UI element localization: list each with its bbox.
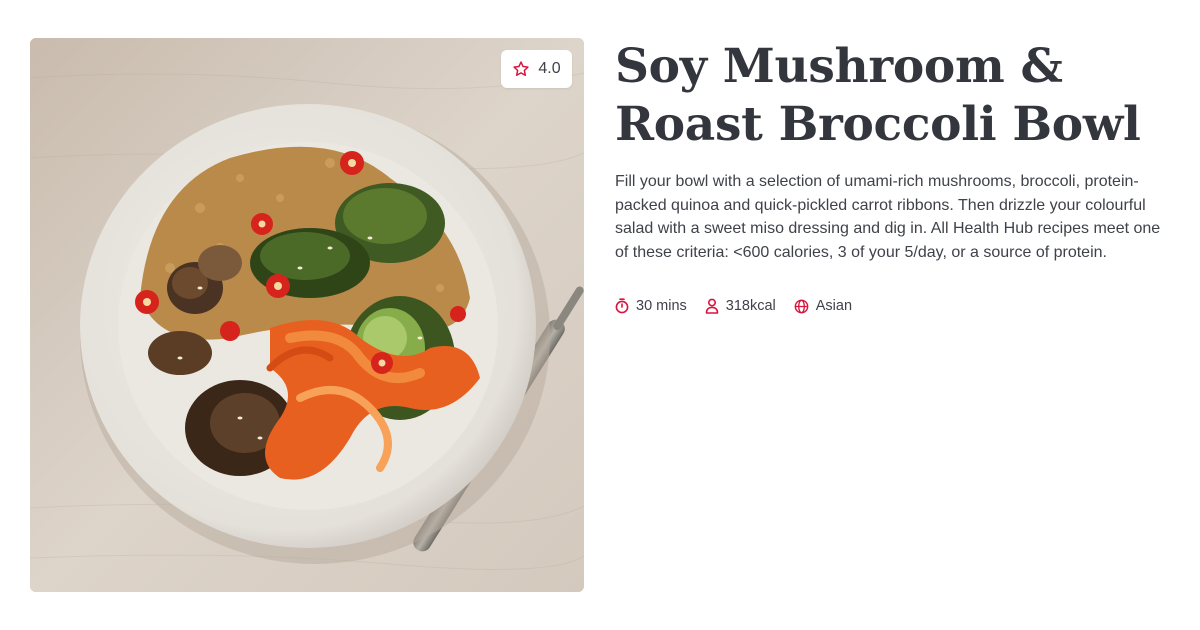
rating-value: 4.0 (538, 60, 561, 77)
recipe-title: Soy Mushroom & Roast Broccoli Bowl (615, 39, 1141, 152)
globe-icon (794, 299, 809, 314)
meta-time-label: 30 mins (636, 298, 687, 314)
recipe-description: Fill your bowl with a selection of umami… (615, 173, 1161, 261)
rating-badge[interactable]: 4.0 (501, 50, 572, 88)
star-outline-icon (512, 60, 530, 78)
meta-cuisine: Asian (794, 296, 852, 316)
meta-calories-label: 318kcal (725, 298, 776, 314)
meta-calories: 318kcal (705, 296, 776, 316)
meta-cuisine-label: Asian (815, 298, 853, 314)
recipe-image (30, 38, 584, 592)
person-icon (705, 298, 719, 314)
meta-time: 30 mins (615, 296, 687, 316)
recipe-meta: 30 mins 318kcal Asian (615, 296, 852, 316)
timer-icon (615, 298, 629, 314)
